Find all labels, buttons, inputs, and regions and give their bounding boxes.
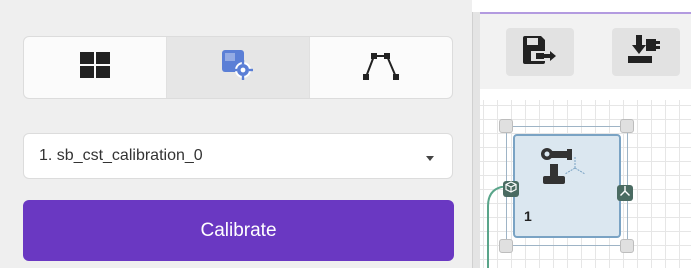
calibration-select[interactable]: 1. sb_cst_calibration_0	[23, 133, 453, 179]
calibration-settings-icon	[222, 50, 254, 85]
calibration-select-value: 1. sb_cst_calibration_0	[39, 147, 203, 164]
splitter[interactable]	[472, 12, 480, 268]
calibrate-button[interactable]: Calibrate	[23, 200, 454, 261]
calibrate-button-label: Calibrate	[200, 219, 277, 241]
input-port[interactable]	[503, 181, 519, 197]
resize-handle-bottom-right[interactable]	[620, 239, 634, 253]
chevron-down-icon	[425, 152, 434, 161]
import-button[interactable]	[612, 28, 680, 76]
tab-calibration-settings[interactable]	[167, 37, 310, 98]
tab-path[interactable]	[310, 37, 452, 98]
view-tabs	[23, 36, 453, 99]
resize-handle-bottom-left[interactable]	[499, 239, 513, 253]
resize-handle-top-right[interactable]	[620, 119, 634, 133]
grid-icon	[80, 52, 110, 83]
save-export-icon	[523, 35, 557, 69]
editor-toolbar	[480, 12, 691, 89]
output-port[interactable]	[617, 185, 633, 201]
path-icon	[363, 50, 399, 85]
cube-icon	[505, 180, 517, 198]
resize-handle-top-left[interactable]	[499, 119, 513, 133]
robot-arm-icon	[539, 146, 587, 193]
frame-axes-icon	[619, 184, 631, 202]
import-icon	[628, 34, 664, 70]
node-index-label: 1	[524, 208, 532, 224]
save-export-button[interactable]	[506, 28, 574, 76]
tab-grid[interactable]	[24, 37, 167, 98]
